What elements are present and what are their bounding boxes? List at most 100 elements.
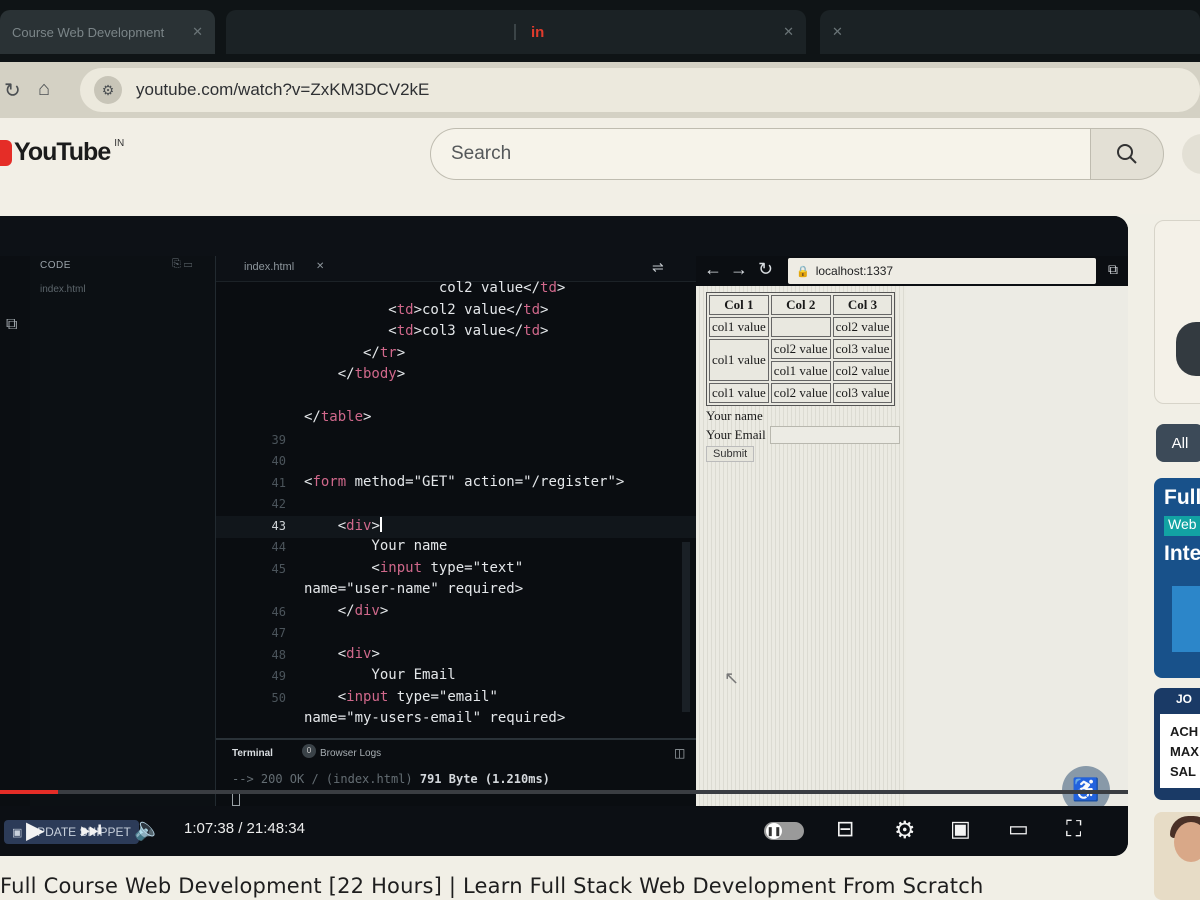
thumbnail-text: JO — [1176, 692, 1193, 706]
code-line[interactable]: <div> — [304, 516, 382, 534]
terminal-panel: Terminal 0 Browser Logs ◫ --> 200 OK / (… — [216, 738, 696, 808]
channel-card[interactable] — [1154, 220, 1200, 404]
video-player[interactable]: ⧉ CODE ⎘ ▭ index.html index.html ✕ ⇌ col… — [0, 216, 1128, 856]
recommended-video-thumbnail[interactable]: Full Web Inte — [1154, 478, 1200, 678]
code-line[interactable]: <input type="text" — [304, 560, 523, 576]
email-row: Your Email — [706, 425, 900, 444]
close-icon[interactable]: ✕ — [316, 261, 324, 272]
code-line[interactable]: <form method="GET" action="/register"> — [304, 474, 624, 490]
new-file-icon[interactable]: ⎘ ▭ — [172, 258, 192, 271]
files-icon[interactable]: ⧉ — [6, 316, 17, 334]
youtube-logo-text: YouTube — [14, 138, 111, 166]
thumbnail-text: ACH — [1170, 724, 1199, 739]
next-icon[interactable]: ⏭ — [80, 816, 102, 844]
table-cell: col1 value — [709, 383, 769, 403]
line-number: 42 — [271, 497, 286, 511]
video-progress-bar[interactable] — [0, 790, 1128, 794]
code-line[interactable]: <td>col3 value</td> — [304, 323, 548, 339]
browser-tab-1[interactable]: Course Web Development ✕ — [0, 10, 215, 54]
code-line[interactable]: </tr> — [304, 345, 405, 361]
forward-arrow-icon[interactable]: → — [730, 259, 748, 280]
editor-scrollbar[interactable] — [682, 542, 690, 712]
submit-button[interactable]: Submit — [706, 446, 755, 462]
preview-url-bar[interactable]: 🔒 localhost:1337 — [788, 258, 1096, 284]
linkedin-icon: in — [531, 23, 545, 41]
code-area[interactable]: col2 value</td> <td>col2 value</td> <td>… — [216, 280, 696, 746]
filter-chip-all[interactable]: All — [1156, 424, 1200, 462]
tab-terminal[interactable]: Terminal — [232, 748, 273, 759]
code-line[interactable]: </div> — [304, 603, 389, 619]
autoplay-toggle[interactable]: ❚❚ — [764, 822, 804, 840]
fullscreen-icon[interactable]: ⛶ — [1066, 816, 1081, 842]
search-input[interactable]: Search — [430, 128, 1090, 180]
explorer-file[interactable]: index.html — [40, 284, 86, 295]
rendered-table: Col 1 Col 2 Col 3 col1 value col2 value … — [706, 292, 896, 406]
open-external-icon[interactable]: ⧉ — [1108, 261, 1118, 278]
explorer-header: CODE — [40, 260, 71, 271]
browser-tab-3[interactable]: ✕ — [820, 10, 1200, 54]
back-arrow-icon[interactable]: ← — [704, 259, 722, 280]
word-wrap-icon[interactable]: ⇌ — [652, 259, 664, 276]
search-button[interactable] — [1090, 128, 1164, 180]
code-line[interactable]: <td>col2 value</td> — [304, 302, 548, 318]
settings-gear-icon[interactable]: ⚙ — [894, 816, 916, 845]
avatar[interactable] — [1176, 322, 1200, 376]
close-icon[interactable]: ✕ — [832, 24, 843, 40]
address-bar[interactable]: ⚙ youtube.com/watch?v=ZxKM3DCV2kE — [80, 68, 1200, 112]
youtube-logo[interactable]: YouTube IN — [0, 138, 124, 167]
video-time: 1:07:38 / 21:48:34 — [184, 820, 305, 837]
code-line[interactable]: name="user-name" required> — [304, 581, 523, 597]
code-line[interactable]: Your Email — [304, 667, 455, 683]
code-line[interactable]: </tbody> — [304, 366, 405, 382]
miniplayer-icon[interactable]: ▣ — [950, 816, 971, 842]
code-line[interactable]: name="my-users-email" required> — [304, 710, 565, 726]
tab-browser-logs[interactable]: Browser Logs — [320, 748, 381, 759]
code-editor[interactable]: index.html ✕ ⇌ col2 value</td> <td>col2 … — [216, 256, 696, 746]
browser-tab-1-label: Course Web Development — [12, 24, 165, 40]
ide-activity-bar: ⧉ — [0, 256, 30, 816]
code-line[interactable]: <input type="email" — [304, 689, 498, 705]
email-field[interactable] — [769, 425, 900, 444]
line-number: 47 — [271, 626, 286, 640]
refresh-icon[interactable]: ↻ — [758, 259, 773, 280]
table-cell: col3 value — [832, 383, 893, 403]
close-icon[interactable]: ✕ — [783, 24, 794, 40]
theater-mode-icon[interactable]: ▭ — [1008, 816, 1029, 842]
line-number: 49 — [271, 669, 286, 683]
captions-icon[interactable]: ⊟ — [836, 816, 854, 842]
recommended-video-thumbnail[interactable]: JO ACH MAX SAL — [1154, 688, 1200, 800]
name-row: Your name — [706, 406, 900, 425]
table-cell: col2 value — [832, 361, 893, 381]
browser-tab-2[interactable]: in ✕ — [226, 10, 806, 54]
reload-icon[interactable]: ↻ — [4, 78, 21, 103]
table-row: col1 value col2 value — [709, 317, 893, 337]
pause-icon: ❚❚ — [766, 823, 782, 839]
code-line[interactable]: </table> — [304, 409, 371, 425]
logs-icon: 0 — [302, 744, 316, 758]
code-line[interactable]: Your name — [304, 538, 447, 554]
table-cell: col1 value — [770, 361, 831, 381]
split-panel-icon[interactable]: ◫ — [674, 746, 685, 760]
thumbnail-text: Web — [1164, 516, 1200, 536]
line-number: 50 — [271, 690, 286, 705]
mouse-pointer-icon: ↖ — [724, 668, 740, 688]
voice-search-button[interactable] — [1182, 134, 1200, 174]
code-line[interactable]: <div> — [304, 646, 380, 662]
thumbnail-text: MAX — [1170, 744, 1199, 759]
update-snippet-button[interactable]: ▣ UPDATE SNIPPET — [4, 820, 139, 844]
ide-title-bar — [0, 216, 1128, 256]
editor-tab[interactable]: index.html ✕ ⇌ — [216, 256, 696, 282]
site-settings-icon[interactable]: ⚙ — [94, 76, 122, 104]
volume-icon[interactable]: 🔈 — [134, 816, 161, 842]
thumbnail-art: ACH MAX SAL — [1160, 714, 1200, 788]
play-icon[interactable]: ▶ — [26, 816, 44, 845]
code-line[interactable]: col2 value</td> — [304, 280, 565, 296]
home-icon[interactable]: ⌂ — [38, 78, 50, 101]
terminal-cursor[interactable] — [232, 792, 240, 806]
table-cell: col1 value — [709, 317, 769, 337]
table-header: Col 3 — [832, 295, 893, 315]
table-header: Col 2 — [770, 295, 831, 315]
close-icon[interactable]: ✕ — [192, 24, 203, 40]
preview-toolbar: ← → ↻ 🔒 localhost:1337 ⧉ — [696, 256, 1128, 286]
line-number: 48 — [271, 647, 286, 662]
